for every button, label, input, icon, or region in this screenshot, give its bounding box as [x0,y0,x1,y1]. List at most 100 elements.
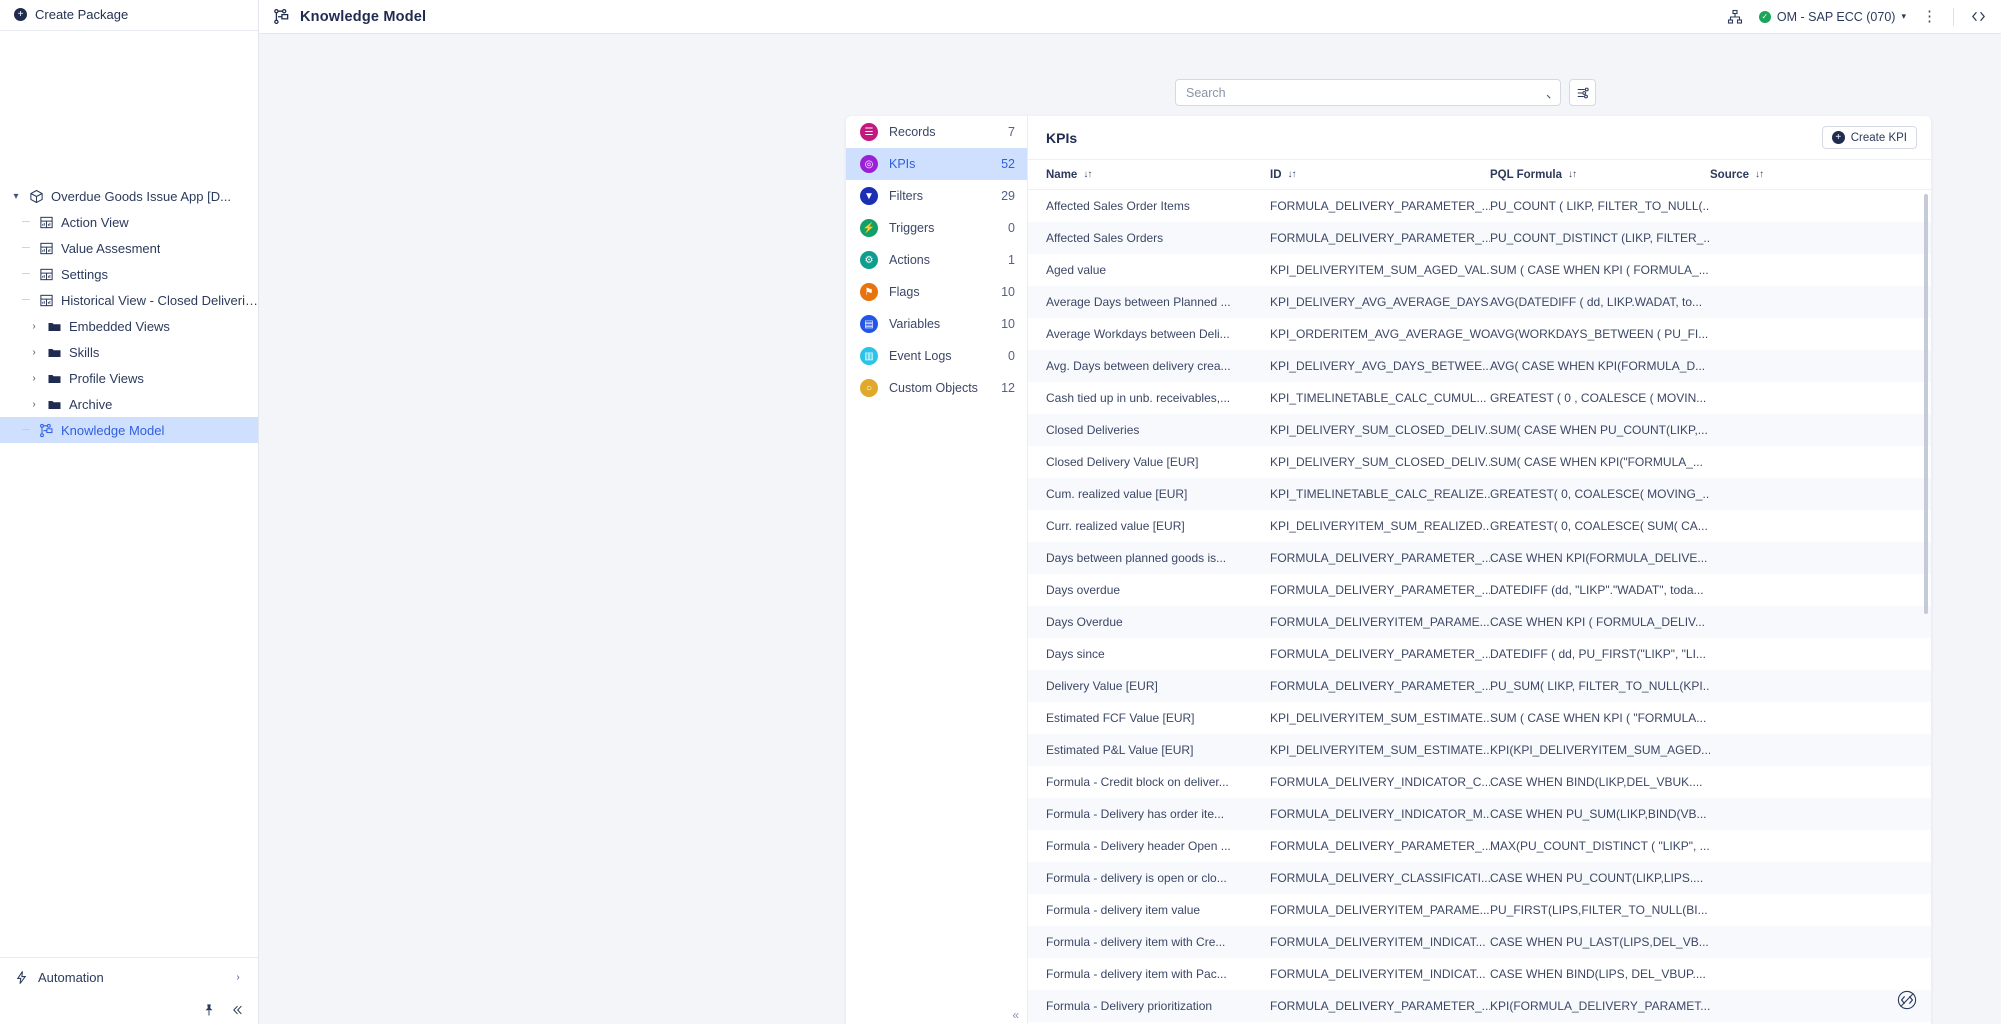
category-item-records[interactable]: ☰ Records 7 [846,116,1027,148]
column-header-id[interactable]: ID ↓↑ [1270,169,1490,181]
table-row[interactable]: Formula - delivery item with Pac... FORMU… [1028,958,1931,990]
bolt-icon [16,970,27,984]
category-item-triggers[interactable]: ⚡ Triggers 0 [846,212,1027,244]
cell-name: Formula - Delivery has order ite... [1046,807,1225,821]
column-header-pql-formula[interactable]: PQL Formula ↓↑ [1490,169,1710,181]
table-row[interactable]: Days since FORMULA_DELIVERY_PARAMETER_...… [1028,638,1931,670]
table-row[interactable]: Days Overdue FORMULA_DELIVERYITEM_PARAME.… [1028,606,1931,638]
tree-item-embedded-views[interactable]: › Embedded Views [0,313,258,339]
tree-item-knowledge-model[interactable]: ─ Knowledge Model [0,417,258,443]
code-brackets-icon[interactable] [1897,990,1917,1010]
cell-pql: CASE WHEN BIND(LIKP,DEL_VBUK.... [1490,775,1703,789]
table-row[interactable]: Formula - Credit block on deliver... FORM… [1028,766,1931,798]
search-input[interactable] [1186,85,1538,100]
org-chart-icon[interactable] [1727,9,1743,25]
table-row[interactable]: Average Workdays between Deli... KPI_ORDE… [1028,318,1931,350]
table-row[interactable]: Formula - Delivery prioritization FORMULA… [1028,990,1931,1022]
cell-name: Formula - Delivery header Open ... [1046,839,1231,853]
sort-icon[interactable]: ↓↑ [1083,169,1092,180]
tree-item-archive[interactable]: › Archive [0,391,258,417]
chevron-right-icon[interactable]: › [28,373,40,384]
table-row[interactable]: Formula - delivery is open or clo... FORM… [1028,862,1931,894]
tree-item-value-assesment[interactable]: ─ Value Assesment [0,235,258,261]
table-row[interactable]: Avg. Days between delivery crea... KPI_DE… [1028,350,1931,382]
table-row[interactable]: Formula - Delivery has order ite... FORMU… [1028,798,1931,830]
cell-name: Delivery Value [EUR] [1046,679,1158,693]
category-item-flags[interactable]: ⚑ Flags 10 [846,276,1027,308]
chevron-right-icon[interactable]: › [28,399,40,410]
table-row[interactable]: Estimated P&L Value [EUR] KPI_DELIVERYITE… [1028,734,1931,766]
cell-id: KPI_ORDERITEM_AVG_AVERAGE_WO... [1270,327,1490,341]
code-brackets-icon[interactable] [1970,8,1987,25]
column-header-source[interactable]: Source ↓↑ [1710,169,1830,181]
event-logs-icon: ▥ [860,347,878,365]
tree-item-skills[interactable]: › Skills [0,339,258,365]
category-item-custom-objects[interactable]: ○ Custom Objects 12 [846,372,1027,404]
cell-pql: GREATEST( 0, COALESCE( MOVING_... [1490,487,1710,501]
kpis-icon: ◎ [860,155,878,173]
sort-icon[interactable]: ↓↑ [1568,169,1577,180]
automation-button[interactable]: Automation › [0,958,258,996]
vertical-scrollbar[interactable] [1924,194,1928,614]
chevron-right-icon[interactable]: › [232,972,244,983]
category-label: Filters [889,189,924,203]
tree-item-action-view[interactable]: ─ Action View [0,209,258,235]
pin-icon[interactable] [202,1003,216,1017]
table-row[interactable]: Cash tied up in unb. receivables,... KPI_… [1028,382,1931,414]
category-count: 0 [1008,349,1015,363]
create-kpi-button[interactable]: + Create KPI [1821,126,1917,149]
category-item-actions[interactable]: ⚙ Actions 1 [846,244,1027,276]
sort-icon[interactable]: ↓↑ [1288,169,1297,180]
table-row[interactable]: Average Days between Planned ... KPI_DELI… [1028,286,1931,318]
category-item-kpis[interactable]: ◎ KPIs 52 [846,148,1027,180]
cell-pql: AVG(DATEDIFF ( dd, LIKP.WADAT, to... [1490,295,1703,309]
table-row[interactable]: Aged value KPI_DELIVERYITEM_SUM_AGED_VAL.… [1028,254,1931,286]
chevron-down-icon[interactable]: ▾ [10,191,22,202]
tree-item-settings[interactable]: ─ Settings [0,261,258,287]
table-row[interactable]: Closed Delivery Value [EUR] KPI_DELIVERY_… [1028,446,1931,478]
category-item-event-logs[interactable]: ▥ Event Logs 0 [846,340,1027,372]
tree-item-profile-views[interactable]: › Profile Views [0,365,258,391]
panel-collapse-icon[interactable]: « [1012,1008,1019,1022]
table-column-headers: Name ↓↑ ID ↓↑ PQL Formula ↓↑ Source ↓↑ [1028,160,1931,190]
category-item-variables[interactable]: ▤ Variables 10 [846,308,1027,340]
view-icon [40,268,53,280]
chevron-down-icon[interactable]: ▾ [1901,11,1906,22]
tree-item-historical-view-closed-deliveries[interactable]: ─ Historical View - Closed Deliveries [0,287,258,313]
table-row[interactable]: Affected Sales Order Items FORMULA_DELIVE… [1028,190,1931,222]
table-row[interactable]: Cum. realized value [EUR] KPI_TIMELINETAB… [1028,478,1931,510]
panel-title: KPIs [1046,129,1078,146]
search-icon[interactable] [1538,86,1552,100]
folder-icon [48,322,61,331]
table-row[interactable]: Estimated FCF Value [EUR] KPI_DELIVERYITE… [1028,702,1931,734]
table-row[interactable]: Curr. realized value [EUR] KPI_DELIVERYIT… [1028,510,1931,542]
table-row[interactable]: Formula - Delivery header Open ... FORMUL… [1028,830,1931,862]
column-header-name[interactable]: Name ↓↑ [1046,169,1270,181]
cell-name: Formula - Delivery prioritization [1046,999,1213,1013]
table-row[interactable]: Days overdue FORMULA_DELIVERY_PARAMETER_.… [1028,574,1931,606]
tree-branch-line: ─ [22,216,30,228]
cell-pql: CASE WHEN PU_COUNT(LIKP,LIPS.... [1490,871,1704,885]
collapse-left-icon[interactable] [230,1003,244,1017]
cell-pql: AVG( CASE WHEN KPI(FORMULA_D... [1490,359,1706,373]
sort-icon[interactable]: ↓↑ [1755,169,1764,180]
chevron-right-icon[interactable]: › [28,321,40,332]
tree-item-overdue-goods-issue-app[interactable]: ▾ Overdue Goods Issue App [D... [0,183,258,209]
filter-settings-button[interactable] [1569,79,1596,106]
search-field-wrapper[interactable] [1175,79,1561,106]
table-row[interactable]: Closed Deliveries KPI_DELIVERY_SUM_CLOSED… [1028,414,1931,446]
table-row[interactable]: Formula - delivery item with Cre... FORMU… [1028,926,1931,958]
table-row[interactable]: Days between planned goods is... FORMULA_… [1028,542,1931,574]
chevron-right-icon[interactable]: › [28,347,40,358]
table-row[interactable]: Formula - delivery item value FORMULA_DEL… [1028,894,1931,926]
connection-selector[interactable]: ✓ OM - SAP ECC (070) ▾ [1758,10,1906,24]
category-item-filters[interactable]: ▼ Filters 29 [846,180,1027,212]
divider [1953,7,1954,26]
column-label: PQL Formula [1490,168,1562,181]
table-row[interactable]: Delivery Value [EUR] FORMULA_DELIVERY_PAR… [1028,670,1931,702]
kebab-menu-icon[interactable]: ⋮ [1922,9,1937,24]
create-package-button[interactable]: + Create Package [0,0,258,28]
cell-name: Formula - delivery is open or clo... [1046,871,1227,885]
table-row[interactable]: Affected Sales Orders FORMULA_DELIVERY_PA… [1028,222,1931,254]
category-label: Flags [889,285,920,299]
